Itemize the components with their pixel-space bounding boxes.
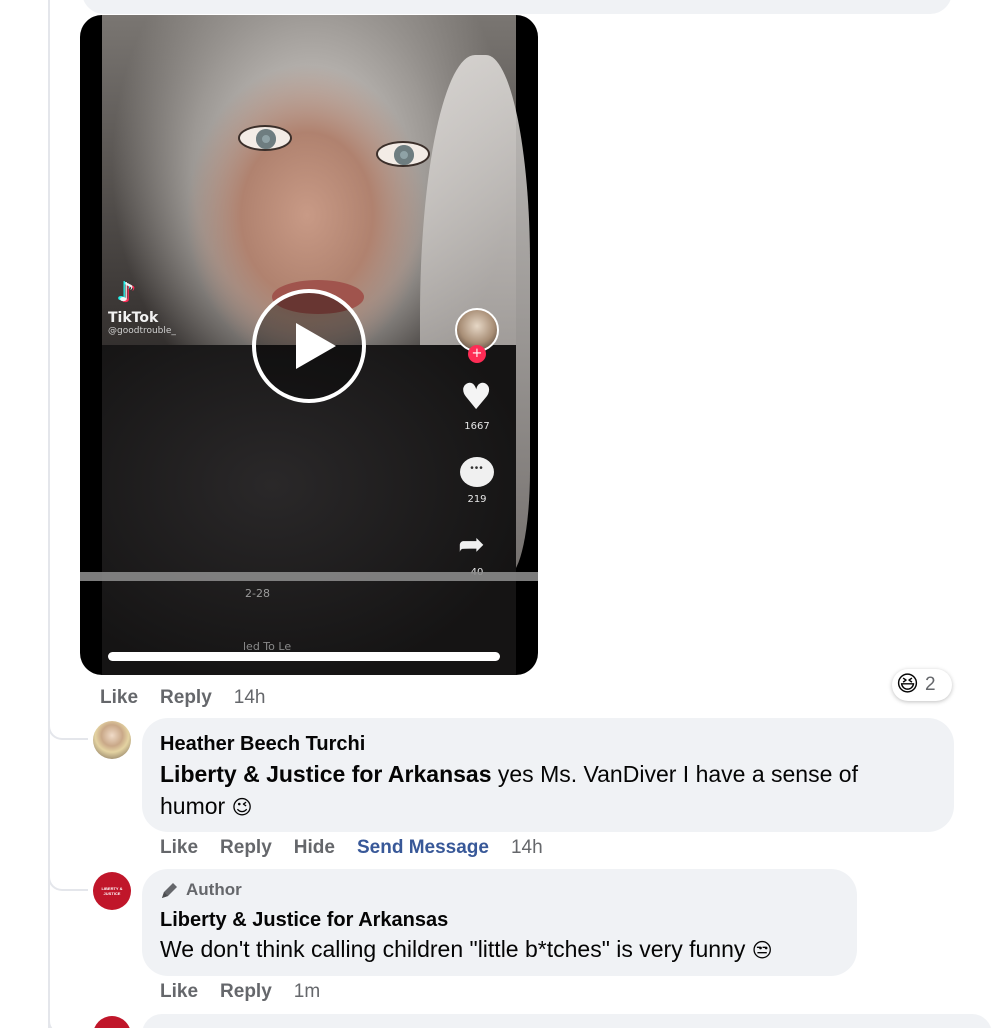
comment-actions: Like Reply 1m [160, 981, 342, 1003]
wink-emoji-icon: 😉 [231, 795, 253, 819]
comment-body: We don't think calling children "little … [160, 936, 752, 962]
tiktok-note-icon: ♪ [118, 278, 135, 308]
avatar[interactable] [93, 1016, 131, 1028]
avatar-logo-text: LIBERTY & JUSTICE [101, 886, 123, 896]
like-button[interactable]: Like [100, 687, 138, 709]
previous-comment-bubble [82, 0, 952, 14]
avatar[interactable] [93, 721, 131, 759]
comment-timestamp[interactable]: 14h [511, 837, 543, 859]
video-timestamp: 2-28 [245, 587, 270, 600]
comment-text: Liberty & Justice for Arkansas yes Ms. V… [160, 758, 920, 823]
unamused-emoji-icon: 😒 [751, 938, 773, 962]
thread-branch-lja [48, 869, 88, 891]
tiktok-brand-label: TikTok [108, 310, 159, 326]
tiktok-comment-count: 219 [467, 494, 487, 505]
reaction-count: 2 [924, 674, 936, 695]
like-button[interactable]: Like [160, 981, 198, 1003]
comment-icon [460, 457, 494, 487]
laughing-emoji-icon: 😆 [896, 672, 919, 697]
author-badge: Author [160, 880, 242, 900]
comment-timestamp[interactable]: 1m [294, 981, 320, 1003]
comment-text: We don't think calling children "little … [160, 933, 850, 966]
avatar[interactable]: LIBERTY & JUSTICE [93, 872, 131, 910]
thread-branch-next [48, 1013, 88, 1028]
video-thumbnail-eye [376, 141, 430, 167]
reaction-summary[interactable]: 😆 2 [892, 669, 952, 701]
video-thumbnail-eye [238, 125, 292, 151]
tiktok-follow-plus-icon: + [468, 345, 486, 363]
tiktok-handle: @goodtrouble_ [108, 326, 176, 336]
mention-tag[interactable]: Liberty & Justice for Arkansas [160, 761, 492, 787]
comment-author[interactable]: Liberty & Justice for Arkansas [160, 909, 448, 932]
send-message-button[interactable]: Send Message [357, 837, 489, 859]
comment-bubble [142, 1014, 992, 1028]
video-progress-bar[interactable] [80, 572, 538, 581]
tiktok-logo: ♪ TikTok @goodtrouble_ [108, 280, 176, 336]
video-scrubber[interactable] [108, 652, 500, 661]
comment-actions: Like Reply Hide Send Message 14h [160, 837, 565, 859]
play-icon [296, 323, 336, 369]
like-button[interactable]: Like [160, 837, 198, 859]
author-badge-label: Author [186, 880, 242, 899]
share-icon: ➦ [458, 525, 485, 563]
reply-button[interactable]: Reply [220, 837, 272, 859]
play-button[interactable] [252, 289, 366, 403]
reply-button[interactable]: Reply [220, 981, 272, 1003]
heart-icon: ♥ [460, 377, 493, 418]
video-comment-actions: Like Reply 14h [100, 687, 287, 709]
hide-button[interactable]: Hide [294, 837, 335, 859]
comment-author[interactable]: Heather Beech Turchi [160, 733, 365, 756]
comment-timestamp[interactable]: 14h [234, 687, 266, 709]
thread-branch-heather [48, 718, 88, 740]
pencil-icon [162, 883, 177, 898]
reply-button[interactable]: Reply [160, 687, 212, 709]
tiktok-like-count: 1667 [464, 421, 490, 432]
